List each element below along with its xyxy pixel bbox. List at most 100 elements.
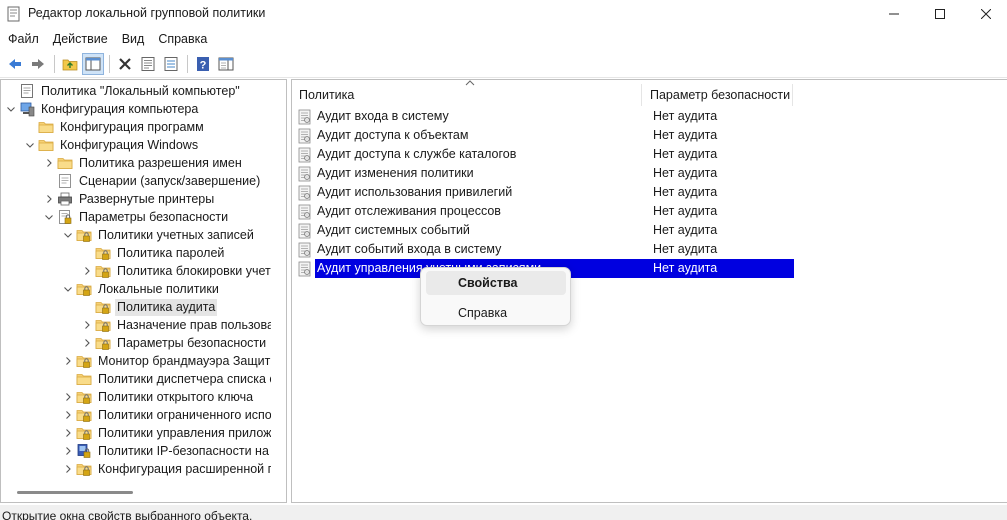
tree-item[interactable]: Локальные политики bbox=[62, 280, 221, 298]
help-button[interactable]: ? bbox=[192, 53, 214, 75]
policy-security-setting: Нет аудита bbox=[653, 185, 718, 199]
tree-item[interactable]: Назначение прав пользова bbox=[81, 316, 271, 334]
tree-item-label: Политика "Локальный компьютер" bbox=[41, 83, 240, 98]
menu-bar: Файл Действие Вид Справка bbox=[0, 28, 1007, 50]
policy-row[interactable]: Аудит системных событий Нет аудита bbox=[298, 221, 794, 240]
tree-item[interactable]: Политики диспетчера списка с bbox=[62, 370, 271, 388]
chevron-right-icon[interactable] bbox=[43, 190, 55, 208]
up-folder-button[interactable] bbox=[59, 53, 81, 75]
properties-icon bbox=[141, 57, 155, 71]
menu-file[interactable]: Файл bbox=[0, 28, 46, 50]
minimize-button[interactable] bbox=[871, 0, 917, 28]
tree-item[interactable]: Конфигурация программ bbox=[24, 118, 206, 136]
chevron-right-icon[interactable] bbox=[62, 442, 74, 460]
tree-item[interactable]: Политики IP-безопасности на bbox=[62, 442, 271, 460]
policy-security-setting: Нет аудита bbox=[653, 128, 718, 142]
chevron-right-icon[interactable] bbox=[62, 424, 74, 442]
policy-item-icon bbox=[298, 185, 312, 201]
delete-button[interactable] bbox=[114, 53, 136, 75]
policy-row[interactable]: Аудит использования привилегий Нет аудита bbox=[298, 183, 794, 202]
toolbar-separator bbox=[54, 55, 55, 73]
column-header-security-setting[interactable]: Параметр безопасности bbox=[643, 84, 793, 106]
policy-item-icon bbox=[298, 166, 312, 182]
tree-item[interactable]: Политика "Локальный компьютер" bbox=[5, 82, 242, 100]
chevron-right-icon[interactable] bbox=[43, 154, 55, 172]
show-hide-tree-button[interactable] bbox=[82, 53, 104, 75]
chevron-down-icon[interactable] bbox=[5, 100, 17, 118]
show-pane-button[interactable] bbox=[215, 53, 237, 75]
status-text: Открытие окна свойств выбранного объекта… bbox=[2, 509, 253, 520]
list-pane[interactable]: Политика Параметр безопасности Аудит вхо… bbox=[291, 79, 1007, 503]
policy-row[interactable]: Аудит входа в систему Нет аудита bbox=[298, 107, 794, 126]
policy-row[interactable]: Аудит отслеживания процессов Нет аудита bbox=[298, 202, 794, 221]
back-button[interactable] bbox=[4, 53, 26, 75]
tree-view: Политика "Локальный компьютер" Конфигурац… bbox=[1, 80, 271, 488]
policy-row[interactable]: Аудит доступа к объектам Нет аудита bbox=[298, 126, 794, 145]
window-title: Редактор локальной групповой политики bbox=[28, 6, 266, 20]
export-button[interactable] bbox=[160, 53, 182, 75]
policy-row[interactable]: Аудит изменения политики Нет аудита bbox=[298, 164, 794, 183]
tree-item[interactable]: Политики ограниченного испо bbox=[62, 406, 271, 424]
tree-item[interactable]: Конфигурация расширенной г bbox=[62, 460, 271, 478]
tree-item[interactable]: Политика аудита bbox=[81, 298, 218, 316]
menu-view[interactable]: Вид bbox=[115, 28, 152, 50]
locked-folder-icon bbox=[95, 263, 111, 279]
tree-item[interactable]: Сценарии (запуск/завершение) bbox=[43, 172, 262, 190]
tree-vertical-scrollbar[interactable] bbox=[271, 80, 286, 502]
tree-item-label: Параметры безопасности bbox=[117, 335, 267, 350]
tree-item-label: Политики открытого ключа bbox=[98, 389, 254, 404]
policy-name: Аудит входа в систему bbox=[317, 109, 449, 123]
policy-row[interactable]: Аудит доступа к службе каталогов Нет ауди… bbox=[298, 145, 794, 164]
chevron-down-icon[interactable] bbox=[24, 136, 36, 154]
forward-button[interactable] bbox=[27, 53, 49, 75]
chevron-down-icon[interactable] bbox=[62, 280, 74, 298]
tree-item-label: Политики ограниченного испо bbox=[98, 407, 271, 422]
menu-help[interactable]: Справка bbox=[151, 28, 214, 50]
policy-row[interactable]: Аудит событий входа в систему Нет аудита bbox=[298, 240, 794, 259]
tree-item[interactable]: Развернутые принтеры bbox=[43, 190, 216, 208]
menu-action[interactable]: Действие bbox=[46, 28, 115, 50]
tree-item[interactable]: Конфигурация Windows bbox=[24, 136, 200, 154]
locked-folder-icon bbox=[95, 317, 111, 333]
tree-item[interactable]: Параметры безопасности bbox=[81, 334, 268, 352]
tree-item[interactable]: Политики открытого ключа bbox=[62, 388, 255, 406]
tree-item[interactable]: Политика паролей bbox=[81, 244, 226, 262]
chevron-right-icon[interactable] bbox=[81, 262, 93, 280]
tree-item-label: Монитор брандмауэра Защит bbox=[98, 353, 271, 368]
locked-folder-icon bbox=[95, 245, 111, 261]
tree-horizontal-scrollbar[interactable] bbox=[17, 491, 133, 494]
chevron-right-icon[interactable] bbox=[81, 316, 93, 334]
context-menu-properties[interactable]: Свойства bbox=[426, 271, 566, 295]
security-settings-icon bbox=[57, 209, 73, 225]
chevron-down-icon[interactable] bbox=[62, 226, 74, 244]
chevron-down-icon[interactable] bbox=[43, 208, 55, 226]
chevron-right-icon[interactable] bbox=[81, 334, 93, 352]
close-button[interactable] bbox=[963, 0, 1007, 28]
chevron-right-icon[interactable] bbox=[62, 460, 74, 478]
tree-item-label: Конфигурация программ bbox=[60, 119, 204, 134]
chevron-right-icon[interactable] bbox=[62, 406, 74, 424]
tree-item[interactable]: Политики управления прилож bbox=[62, 424, 271, 442]
policy-item-icon bbox=[298, 261, 312, 277]
tree-item[interactable]: Параметры безопасности bbox=[43, 208, 230, 226]
maximize-button[interactable] bbox=[917, 0, 963, 28]
tree-pane[interactable]: Политика "Локальный компьютер" Конфигурац… bbox=[0, 79, 287, 503]
toolbar-separator bbox=[109, 55, 110, 73]
policy-security-setting: Нет аудита bbox=[653, 147, 718, 161]
chevron-right-icon[interactable] bbox=[62, 352, 74, 370]
tree-item[interactable]: Монитор брандмауэра Защит bbox=[62, 352, 271, 370]
context-menu-help[interactable]: Справка bbox=[426, 301, 566, 325]
tree-item[interactable]: Политики учетных записей bbox=[62, 226, 256, 244]
toolbar-divider bbox=[0, 77, 1007, 78]
tree-item-label: Политика паролей bbox=[117, 245, 225, 260]
folder-icon bbox=[57, 155, 73, 171]
tree-item[interactable]: Политика блокировки учет bbox=[81, 262, 271, 280]
policy-name: Аудит отслеживания процессов bbox=[317, 204, 501, 218]
tree-item[interactable]: Конфигурация компьютера bbox=[5, 100, 200, 118]
column-header-policy[interactable]: Политика bbox=[292, 84, 642, 106]
properties-button[interactable] bbox=[137, 53, 159, 75]
ipsec-icon bbox=[76, 443, 92, 459]
policy-security-setting: Нет аудита bbox=[653, 109, 718, 123]
chevron-right-icon[interactable] bbox=[62, 388, 74, 406]
tree-item[interactable]: Политика разрешения имен bbox=[43, 154, 244, 172]
